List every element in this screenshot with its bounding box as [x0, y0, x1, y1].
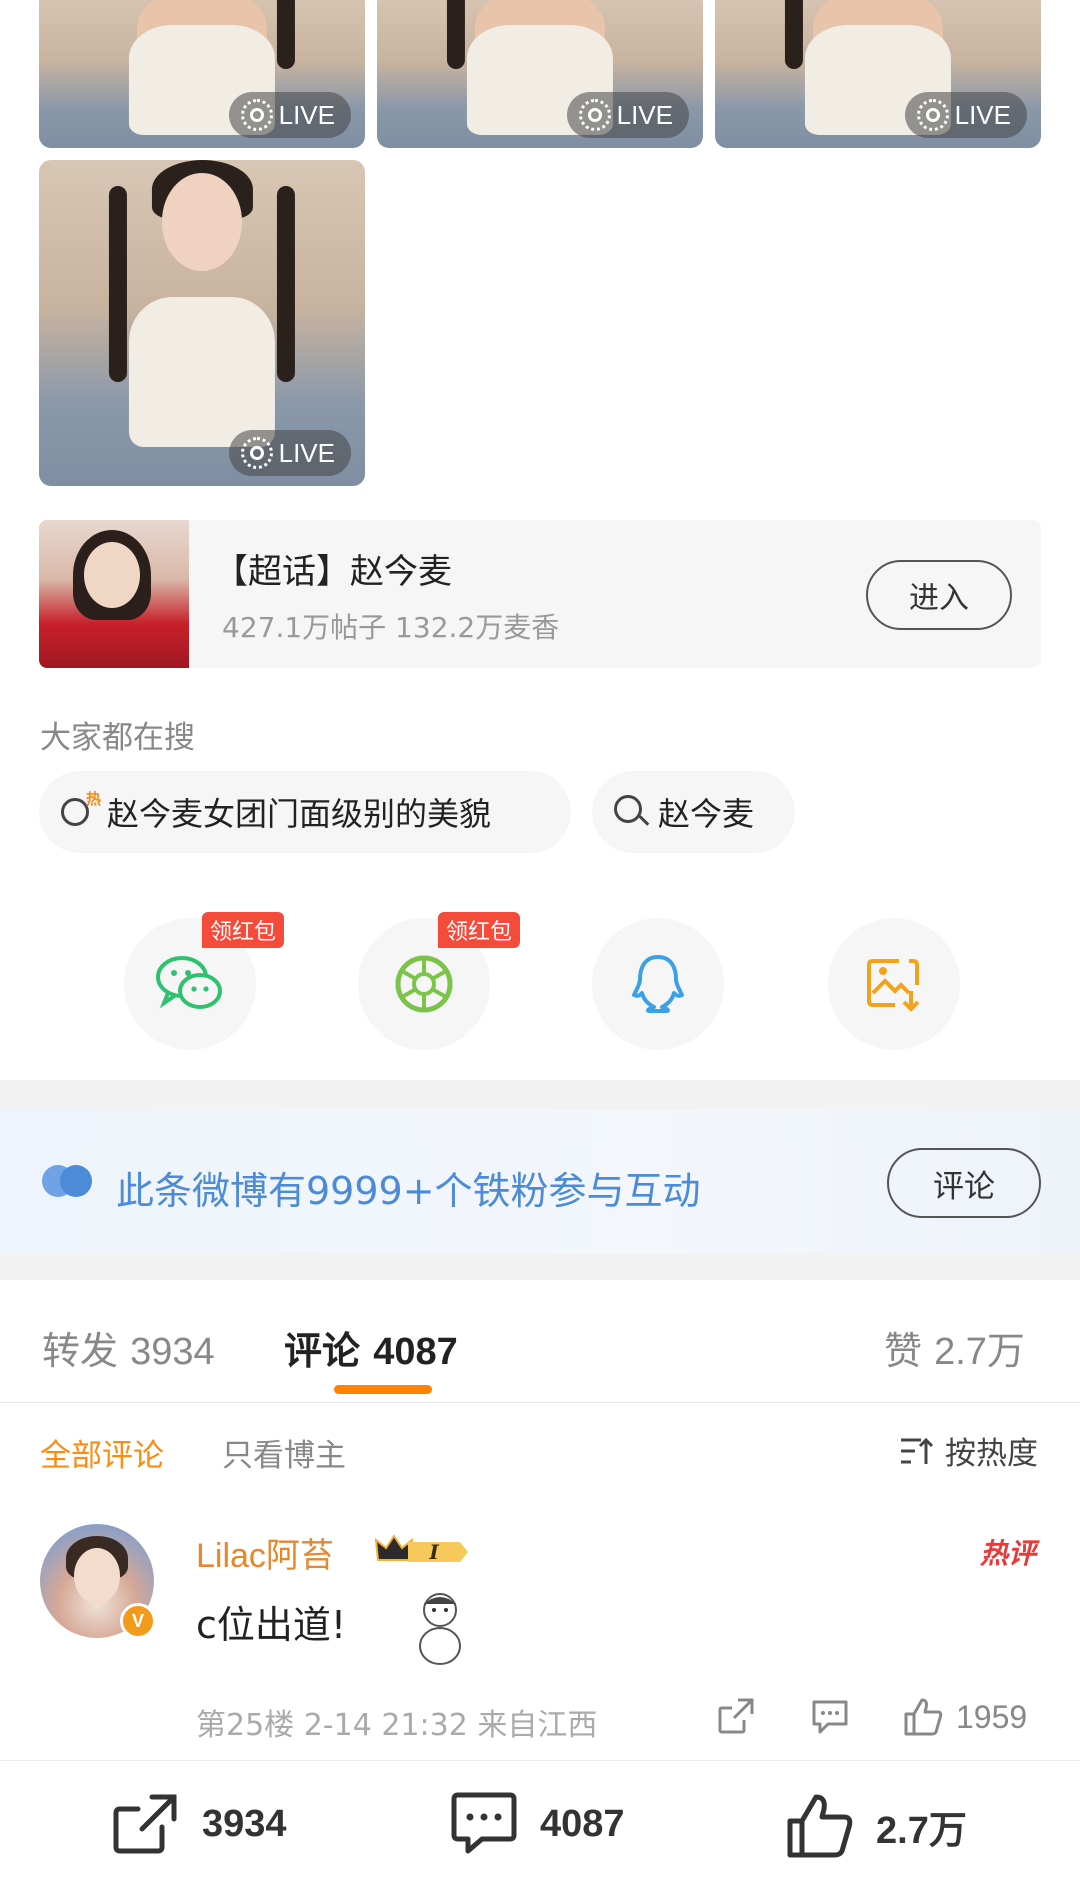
- member-crown-icon: I: [374, 1534, 468, 1564]
- tab-likes[interactable]: 赞 2.7万: [884, 1320, 1025, 1375]
- sort-icon: [901, 1437, 934, 1464]
- thumb-up-icon: [904, 1698, 943, 1736]
- bottom-repost-button[interactable]: 3934: [110, 1791, 287, 1857]
- enter-super-topic-button[interactable]: 进入: [866, 560, 1012, 630]
- sticker-icon: [419, 1593, 461, 1665]
- bottom-comment-button[interactable]: 4087: [448, 1791, 625, 1857]
- live-badge: LIVE: [228, 430, 351, 476]
- hot-comment-label: 热评: [979, 1537, 1036, 1570]
- live-photo-icon: [240, 99, 273, 131]
- banner-comment-button[interactable]: 评论: [887, 1148, 1041, 1218]
- share-icon: [718, 1698, 754, 1734]
- sort-by-hot-button[interactable]: 按热度: [899, 1428, 1038, 1473]
- hot-search-chip[interactable]: 热 赵今麦女团门面级别的美貌: [39, 771, 571, 853]
- qq-icon: [632, 955, 684, 1013]
- comment-text: c位出道!: [196, 1603, 347, 1647]
- divider: [0, 1402, 1080, 1403]
- bottom-action-bar: 3934 4087 2.7万: [0, 1760, 1080, 1878]
- iron-fans-banner[interactable]: 此条微博有9999+个铁粉参与互动 评论: [0, 1110, 1080, 1254]
- super-topic-avatar: [39, 520, 189, 668]
- svg-text:I: I: [428, 1540, 439, 1564]
- red-packet-tag: 领红包: [202, 912, 285, 948]
- super-topic-stats: 427.1万帖子 132.2万麦香: [222, 611, 560, 644]
- reply-icon: [812, 1700, 848, 1734]
- live-badge: LIVE: [228, 92, 351, 138]
- filter-author-only[interactable]: 只看博主: [222, 1430, 346, 1475]
- post-photo-2[interactable]: LIVE: [377, 0, 703, 148]
- search-chip-label: 赵今麦: [658, 795, 755, 833]
- post-photo-1[interactable]: LIVE: [39, 0, 365, 148]
- live-badge: LIVE: [566, 92, 689, 138]
- thumb-up-icon: [787, 1794, 853, 1858]
- fans-icon: [42, 1165, 94, 1197]
- active-tab-indicator: [334, 1385, 432, 1394]
- comment-meta: 第25楼 2-14 21:32 来自江西: [196, 1708, 598, 1743]
- wechat-icon: [156, 956, 222, 1009]
- post-photo-3[interactable]: LIVE: [715, 0, 1041, 148]
- search-chip-label: 赵今麦女团门面级别的美貌: [107, 795, 492, 833]
- share-qq-button[interactable]: [592, 918, 724, 1050]
- section-separator: [0, 1080, 1080, 1110]
- super-topic-card[interactable]: 【超话】赵今麦 427.1万帖子 132.2万麦香 进入: [39, 520, 1041, 668]
- bottom-like-button[interactable]: 2.7万: [784, 1791, 967, 1861]
- live-badge: LIVE: [904, 92, 1027, 138]
- comment-icon: [451, 1792, 517, 1854]
- tab-comments[interactable]: 评论 4087: [284, 1320, 458, 1375]
- comment-share-button[interactable]: [716, 1696, 756, 1736]
- live-photo-icon: [916, 99, 949, 131]
- tab-repost[interactable]: 转发 3934: [42, 1320, 215, 1375]
- live-photo-icon: [240, 437, 273, 469]
- moments-icon: [395, 955, 453, 1013]
- super-topic-title: 【超话】赵今麦: [214, 552, 452, 592]
- hot-search-icon: 热: [59, 790, 101, 832]
- searching-heading: 大家都在搜: [40, 720, 195, 756]
- iron-fans-text: 此条微博有9999+个铁粉参与互动: [116, 1169, 701, 1213]
- verified-badge: V: [120, 1603, 156, 1639]
- comment-like-button[interactable]: 1959: [902, 1696, 1027, 1738]
- post-photo-4[interactable]: LIVE: [39, 160, 365, 486]
- search-icon: [612, 793, 650, 831]
- red-packet-tag: 领红包: [438, 912, 521, 948]
- comment-reply-button[interactable]: [810, 1696, 850, 1736]
- save-image-button[interactable]: [828, 918, 960, 1050]
- comment-like-count: 1959: [956, 1698, 1028, 1735]
- search-chip[interactable]: 赵今麦: [592, 771, 795, 853]
- section-separator: [0, 1254, 1080, 1280]
- save-image-icon: [867, 959, 920, 1012]
- live-photo-icon: [578, 99, 611, 131]
- repost-icon: [113, 1794, 177, 1854]
- filter-all-comments[interactable]: 全部评论: [40, 1430, 164, 1475]
- commenter-name[interactable]: Lilac阿苔: [196, 1528, 334, 1577]
